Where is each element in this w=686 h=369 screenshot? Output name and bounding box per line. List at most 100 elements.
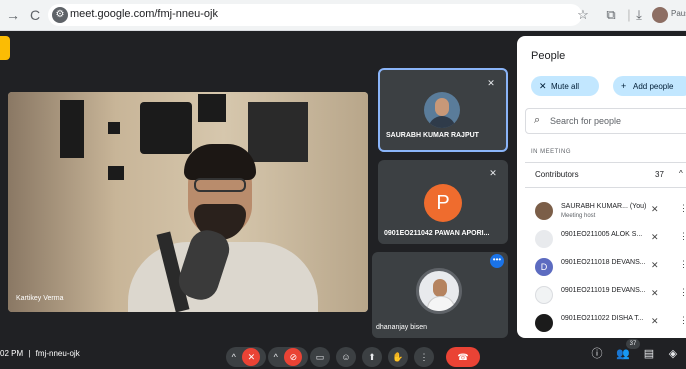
participant-name: dhananjay bisen bbox=[376, 324, 427, 331]
add-people-button[interactable]: + Add people bbox=[613, 76, 686, 96]
camera-off-icon[interactable]: ⊘ bbox=[284, 348, 303, 366]
mic-control[interactable]: ^ ✕ bbox=[226, 347, 266, 367]
avatar bbox=[424, 92, 460, 128]
meeting-details: 02 PM | fmj-nneu-ojk bbox=[0, 349, 80, 358]
list-item[interactable]: SAURABH KUMAR... (You) Meeting host ✕ ⋮ bbox=[525, 198, 686, 226]
search-input[interactable]: ⌕ Search for people bbox=[525, 108, 686, 134]
more-vert-icon[interactable]: ⋮ bbox=[679, 259, 686, 270]
browser-toolbar: → C ⚙ meet.google.com/fmj-nneu-ojk ☆ ⧉ |… bbox=[0, 0, 686, 31]
avatar bbox=[652, 7, 668, 23]
avatar-body bbox=[428, 116, 456, 128]
raise-hand-button[interactable]: ✋ bbox=[388, 347, 408, 367]
participant-name: 0901EO211022 DISHA T... bbox=[561, 315, 644, 322]
list-item[interactable]: D 0901EO211018 DEVANS... ✕ ⋮ bbox=[525, 254, 686, 282]
add-people-label: Add people bbox=[633, 82, 674, 91]
call-end-icon: ☎ bbox=[457, 352, 469, 362]
wall-poster bbox=[140, 102, 192, 154]
avatar-face bbox=[435, 98, 449, 116]
more-vert-icon[interactable]: ⋮ bbox=[679, 203, 686, 214]
group-label: Contributors bbox=[535, 170, 579, 179]
bookmark-star-icon[interactable]: ☆ bbox=[574, 6, 592, 24]
avatar bbox=[535, 202, 553, 220]
avatar-body bbox=[427, 296, 455, 311]
meeting-time: 02 PM bbox=[0, 349, 24, 358]
more-vert-icon: ⋮ bbox=[419, 352, 429, 362]
participant-name: Kartikey Verma bbox=[16, 295, 64, 302]
avatar-face bbox=[433, 279, 447, 297]
captions-button[interactable]: ▭ bbox=[310, 347, 330, 367]
people-panel: People ✕ Mute all + Add people ⌕ Search fo… bbox=[517, 36, 686, 338]
participant-name: 0901EO211018 DEVANS... bbox=[561, 259, 646, 266]
mic-off-icon: ✕ bbox=[539, 81, 547, 91]
group-count: 37 bbox=[655, 170, 664, 179]
meeting-code: fmj-nneu-ojk bbox=[35, 349, 80, 358]
info-icon[interactable]: ⓘ bbox=[588, 345, 606, 363]
more-vert-icon[interactable]: ⋮ bbox=[679, 287, 686, 298]
more-vert-icon[interactable]: ⋮ bbox=[679, 315, 686, 326]
chevron-up-icon[interactable]: ^ bbox=[274, 352, 278, 362]
warning-tab[interactable] bbox=[0, 36, 10, 60]
mute-all-label: Mute all bbox=[551, 82, 580, 91]
search-icon: ⌕ bbox=[534, 114, 541, 126]
contributors-header[interactable]: Contributors 37 ^ bbox=[525, 162, 686, 188]
avatar bbox=[535, 314, 553, 332]
avatar bbox=[535, 286, 553, 304]
address-bar[interactable]: ⚙ meet.google.com/fmj-nneu-ojk bbox=[48, 4, 582, 26]
mic-off-icon: ✕ bbox=[651, 316, 659, 326]
chat-icon[interactable]: ▤ bbox=[640, 345, 658, 363]
profile-label: Paus bbox=[671, 9, 686, 18]
profile-button[interactable]: Paus bbox=[652, 5, 686, 25]
present-icon: ⬆ bbox=[368, 352, 376, 362]
url-text: meet.google.com/fmj-nneu-ojk bbox=[70, 8, 218, 20]
avatar bbox=[535, 230, 553, 248]
avatar: P bbox=[424, 184, 462, 222]
more-options-button[interactable]: ⋮ bbox=[414, 347, 434, 367]
download-icon[interactable]: ⤓ bbox=[630, 6, 648, 24]
activities-icon[interactable]: ◈ bbox=[664, 345, 682, 363]
leave-call-button[interactable]: ☎ bbox=[446, 347, 480, 367]
present-button[interactable]: ⬆ bbox=[362, 347, 382, 367]
main-video-tile[interactable]: Kartikey Verma bbox=[8, 92, 368, 312]
mic-off-icon[interactable]: ✕ bbox=[242, 348, 261, 366]
more-vert-icon[interactable]: ⋮ bbox=[679, 231, 686, 242]
section-label: IN MEETING bbox=[531, 149, 572, 155]
captions-icon: ▭ bbox=[315, 352, 325, 362]
camera-control[interactable]: ^ ⊘ bbox=[268, 347, 308, 367]
add-person-icon: + bbox=[621, 81, 627, 91]
mic-off-icon: ✕ bbox=[489, 168, 497, 178]
avatar: D bbox=[535, 258, 553, 276]
chevron-up-icon[interactable]: ^ bbox=[232, 352, 236, 362]
participant-name: 0901EO211005 ALOK S... bbox=[561, 231, 643, 238]
participant-name: 0901EO211042 PAWAN APORI... bbox=[384, 230, 490, 237]
mic-off-icon: ✕ bbox=[487, 78, 495, 88]
emoji-icon: ☺ bbox=[341, 352, 351, 362]
more-options-icon[interactable]: ••• bbox=[490, 254, 504, 268]
participant-name: SAURABH KUMAR RAJPUT bbox=[386, 132, 479, 139]
site-info-icon[interactable]: ⚙ bbox=[52, 7, 68, 23]
participant-name: SAURABH KUMAR... (You) bbox=[561, 203, 647, 210]
mute-all-button[interactable]: ✕ Mute all bbox=[531, 76, 599, 96]
list-item[interactable]: 0901EO211019 DEVANS... ✕ ⋮ bbox=[525, 282, 686, 310]
extensions-icon[interactable]: ⧉ bbox=[602, 6, 620, 24]
participant-tile[interactable]: ✕ P 0901EO211042 PAWAN APORI... bbox=[378, 160, 508, 244]
mic-off-icon: ✕ bbox=[651, 288, 659, 298]
participant-tile[interactable]: ••• dhananjay bisen bbox=[372, 252, 508, 338]
person-hair bbox=[184, 144, 256, 180]
separator: | bbox=[28, 349, 31, 358]
chevron-up-icon[interactable]: ^ bbox=[679, 169, 683, 178]
people-count-badge: 37 bbox=[626, 339, 640, 349]
list-item[interactable]: 0901EO211022 DISHA T... ✕ ⋮ bbox=[525, 310, 686, 338]
reload-icon[interactable]: C bbox=[26, 6, 44, 24]
emoji-button[interactable]: ☺ bbox=[336, 347, 356, 367]
back-arrow-icon[interactable]: → bbox=[4, 6, 22, 24]
mic-off-icon: ✕ bbox=[651, 260, 659, 270]
avatar bbox=[416, 268, 462, 314]
participant-tile[interactable]: ✕ SAURABH KUMAR RAJPUT bbox=[378, 68, 508, 152]
wall-poster bbox=[248, 102, 308, 162]
list-item[interactable]: 0901EO211005 ALOK S... ✕ ⋮ bbox=[525, 226, 686, 254]
wall-poster bbox=[108, 122, 120, 134]
participant-role: Meeting host bbox=[561, 213, 596, 219]
mic-off-icon: ✕ bbox=[651, 204, 659, 214]
wall-poster bbox=[198, 94, 226, 122]
panel-title: People bbox=[531, 50, 566, 62]
